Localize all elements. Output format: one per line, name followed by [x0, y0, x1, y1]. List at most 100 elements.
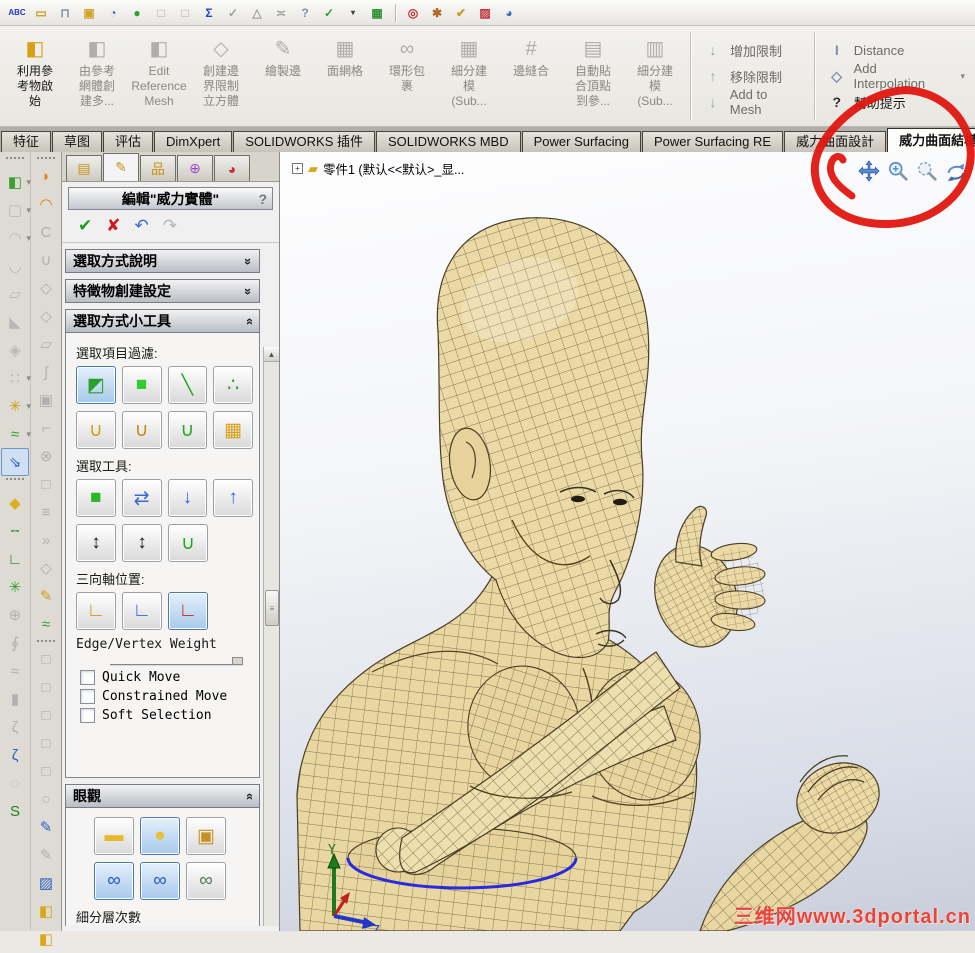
face-pair-icon[interactable]: ◇	[32, 274, 60, 302]
reference-geometry-icon[interactable]: ✳ ▾	[1, 392, 31, 420]
toolbar-grip[interactable]	[37, 640, 55, 642]
equations-icon[interactable]: Σ	[198, 3, 220, 23]
flatten-icon[interactable]: ▨	[32, 869, 60, 897]
blob-icon[interactable]: ◌	[1, 769, 29, 797]
add-pen-icon[interactable]: ✎	[32, 841, 60, 869]
curves-icon[interactable]: ≈ ▾	[1, 420, 31, 448]
display-smooth-button[interactable]: ●	[140, 817, 180, 855]
axes-icon[interactable]: ∟	[1, 545, 29, 573]
display-manager-tab[interactable]: ◕	[214, 155, 250, 181]
ribbon-tab[interactable]: Power Surfacing	[521, 131, 641, 152]
checkbox[interactable]	[80, 670, 95, 685]
scroll-handle[interactable]: ≡	[265, 590, 279, 627]
remove-constraint-button[interactable]: ↑ 移除限制	[704, 66, 802, 86]
target-icon[interactable]: ⊕	[1, 601, 29, 629]
redo-button[interactable]: ↷	[163, 216, 177, 236]
wedge-tool-icon[interactable]: ◆	[1, 489, 29, 517]
viewport[interactable]: + ▰ 零件1 (默认<<默认>_显... Y Z 三维网www.3dporta…	[280, 152, 975, 931]
solidworks-rx-icon[interactable]: ◎	[402, 3, 424, 23]
expand-loop-button[interactable]: ↕	[76, 524, 116, 562]
ribbon-tab[interactable]: SOLIDWORKS 插件	[233, 131, 375, 152]
shell-select-button[interactable]: ∪	[168, 524, 208, 562]
show-edges-button[interactable]: ∞	[140, 862, 180, 900]
mesh-model[interactable]	[296, 217, 889, 931]
section-feature-settings[interactable]: 特徵物創建設定 »	[65, 279, 260, 303]
freeform-curve-icon[interactable]: ζ	[1, 713, 29, 741]
accept-icon[interactable]: ✔	[450, 3, 472, 23]
yellow-cube2-icon[interactable]: ◧	[32, 925, 60, 953]
options-gear-icon[interactable]: ✱	[426, 3, 448, 23]
sketch-pen-icon[interactable]: ✎	[32, 813, 60, 841]
triad-world-button[interactable]: ∟	[168, 592, 208, 630]
elbow-icon[interactable]: ⌐	[32, 414, 60, 442]
spline-dots-icon[interactable]: ζ	[1, 741, 29, 769]
cylinder-icon[interactable]: ▮	[1, 685, 29, 713]
filter-face-button[interactable]: ■	[121, 366, 162, 404]
checkbox[interactable]	[80, 689, 95, 704]
pattern-icon[interactable]: ∷ ▾	[1, 364, 31, 392]
boundary-icon[interactable]: ▱	[1, 280, 29, 308]
create-from-reference-mesh-button[interactable]: ◧ 由參考 網體創 建多...	[66, 28, 128, 126]
create-boundary-box-button[interactable]: ◇ 創建邊 界限制 立方體	[190, 28, 252, 126]
dashed-line-icon[interactable]: ╌	[1, 517, 29, 545]
ribbon-tab[interactable]: DimXpert	[154, 131, 233, 152]
help-icon[interactable]: ?	[258, 191, 267, 207]
box-outline-icon[interactable]: □	[32, 470, 60, 498]
invert-selection-button[interactable]: ⇄	[121, 479, 162, 517]
help-tips-button[interactable]: ? 幫助提示	[828, 92, 965, 112]
checkbox[interactable]	[80, 708, 95, 723]
web-help-icon[interactable]: ◕	[498, 3, 520, 23]
dimxpert-manager-tab[interactable]: ⊕	[177, 155, 213, 181]
toolbar-grip[interactable]	[37, 157, 55, 159]
select-split-shell-button[interactable]: ∪	[121, 411, 162, 449]
circle-x-icon[interactable]: ⊗	[32, 442, 60, 470]
display-cage-button[interactable]: ▣	[186, 817, 226, 855]
cut-icon[interactable]: ◣	[1, 308, 29, 336]
feature-manager-tab[interactable]: ▤	[66, 155, 102, 181]
ribbon-tab[interactable]: 评估	[103, 131, 154, 152]
select-window-button[interactable]: ▦	[213, 411, 253, 449]
filter-any-button[interactable]: ◩	[76, 366, 116, 404]
weight-slider[interactable]	[110, 656, 243, 666]
add-to-mesh-button[interactable]: ↓ Add to Mesh	[704, 87, 802, 117]
face-pair2-icon[interactable]: ◇	[32, 302, 60, 330]
filter-vertex-button[interactable]: ∴	[213, 366, 253, 404]
select-open-shell-button[interactable]: ∪	[76, 411, 116, 449]
loft-icon[interactable]: ◡	[1, 252, 29, 280]
check-toggle2-icon[interactable]: □	[174, 3, 196, 23]
toolbar-grip[interactable]	[6, 478, 24, 486]
pan-icon[interactable]	[858, 160, 880, 182]
zoom-area-icon[interactable]	[916, 160, 938, 182]
cube-gray-icon[interactable]: ◇	[32, 554, 60, 582]
model-canvas[interactable]	[280, 152, 975, 931]
expand-icon[interactable]: +	[292, 163, 303, 174]
half-donut-icon[interactable]: ◠	[32, 190, 60, 218]
cube-outline-icon[interactable]: □	[32, 701, 60, 729]
shrink-selection-button[interactable]: ↑	[213, 479, 253, 517]
ribbon-tab[interactable]: 威力曲面結構修改	[887, 128, 975, 152]
instant3d-icon[interactable]: ⇘	[1, 448, 29, 476]
show-vertices-button[interactable]: ∞	[186, 862, 226, 900]
subdivision-modeling-button[interactable]: ▦ 細分建 模 (Sub...	[438, 28, 500, 126]
slider-handle[interactable]	[232, 657, 243, 665]
zoom-in-icon[interactable]	[887, 160, 909, 182]
grow-selection-button[interactable]: ↓	[167, 479, 208, 517]
s-curve-icon[interactable]: S	[1, 797, 29, 825]
extrude-boss-icon[interactable]: ◧ ▾	[1, 168, 31, 196]
configuration-manager-tab[interactable]: 品	[140, 155, 176, 181]
arrows-icon[interactable]: »	[32, 526, 60, 554]
dropdown-arrow-icon[interactable]: ▾	[342, 3, 364, 23]
stacked-faces-icon[interactable]: ▣	[32, 386, 60, 414]
ribbon-tab[interactable]: Power Surfacing RE	[642, 131, 784, 152]
ribbon-tab[interactable]: SOLIDWORKS MBD	[375, 131, 521, 152]
ribbon-tab[interactable]: 威力曲面設計	[784, 131, 887, 152]
rotate-view-icon[interactable]	[945, 160, 967, 182]
knit-surface-icon[interactable]: ✎	[32, 582, 60, 610]
wrap-icon[interactable]: ◈	[1, 336, 29, 364]
add-constraint-button[interactable]: ↓ 增加限制	[704, 40, 802, 60]
ring-wrap-button[interactable]: ∞ 環形包 裹	[376, 28, 438, 126]
start-from-reference-button[interactable]: ◧ 利用參 考物啟 始	[4, 28, 66, 126]
zipper-icon[interactable]: ≡	[32, 498, 60, 526]
design-table-icon[interactable]: ▦	[366, 3, 388, 23]
copy-settings-icon[interactable]: ▨	[474, 3, 496, 23]
